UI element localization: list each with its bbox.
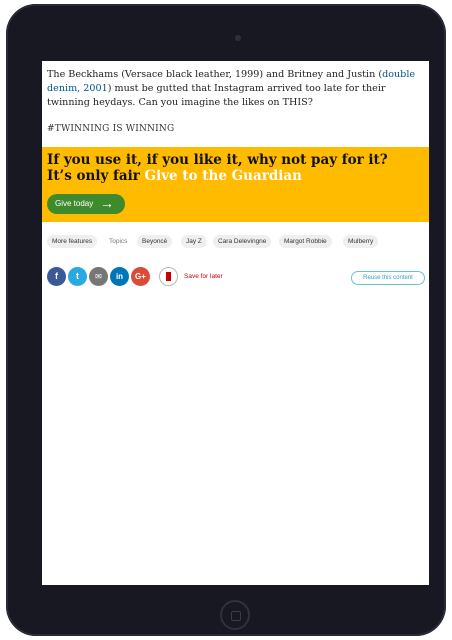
twitter-icon[interactable]: t xyxy=(68,267,87,286)
tablet-frame: The Beckhams (Versace black leather, 199… xyxy=(6,4,446,636)
hashtag-text: #TWINNING IS WINNING xyxy=(47,124,175,134)
bookmark-icon[interactable] xyxy=(159,267,178,286)
arrow-right-icon: → xyxy=(100,195,114,211)
home-button[interactable] xyxy=(220,600,250,630)
give-today-button[interactable]: Give today → xyxy=(47,194,125,214)
topic-margot-robbie[interactable]: Margot Robbie xyxy=(279,235,332,248)
save-for-later-link[interactable]: Save for later xyxy=(184,267,223,286)
give-today-label: Give today xyxy=(55,199,94,208)
article-paragraph: The Beckhams (Versace black leather, 199… xyxy=(47,68,421,110)
support-banner: If you use it, if you like it, why not p… xyxy=(42,147,429,222)
linkedin-icon[interactable]: in xyxy=(110,267,129,286)
home-icon xyxy=(231,611,241,621)
facebook-icon[interactable]: f xyxy=(47,267,66,286)
bookmark-shape xyxy=(166,272,171,281)
topic-mulberry[interactable]: Mulberry xyxy=(343,235,379,248)
banner-cta: Give to the Guardian xyxy=(144,168,302,184)
banner-message: If you use it, if you like it, why not p… xyxy=(47,152,417,184)
camera-icon xyxy=(235,35,241,41)
reuse-content-button[interactable]: Reuse this content xyxy=(351,271,425,285)
topic-jay-z[interactable]: Jay Z xyxy=(181,235,207,248)
screen: The Beckhams (Versace black leather, 199… xyxy=(42,61,429,585)
more-features-link[interactable]: More features xyxy=(47,235,98,248)
paragraph-text-start: The Beckhams (Versace black leather, 199… xyxy=(47,69,383,80)
topic-cara-delevingne[interactable]: Cara Delevingne xyxy=(213,235,272,248)
topic-beyonce[interactable]: Beyoncé xyxy=(137,235,173,248)
google-plus-icon[interactable]: G+ xyxy=(131,267,150,286)
topics-label: Topics xyxy=(109,238,128,245)
email-icon[interactable]: ✉ xyxy=(89,267,108,286)
